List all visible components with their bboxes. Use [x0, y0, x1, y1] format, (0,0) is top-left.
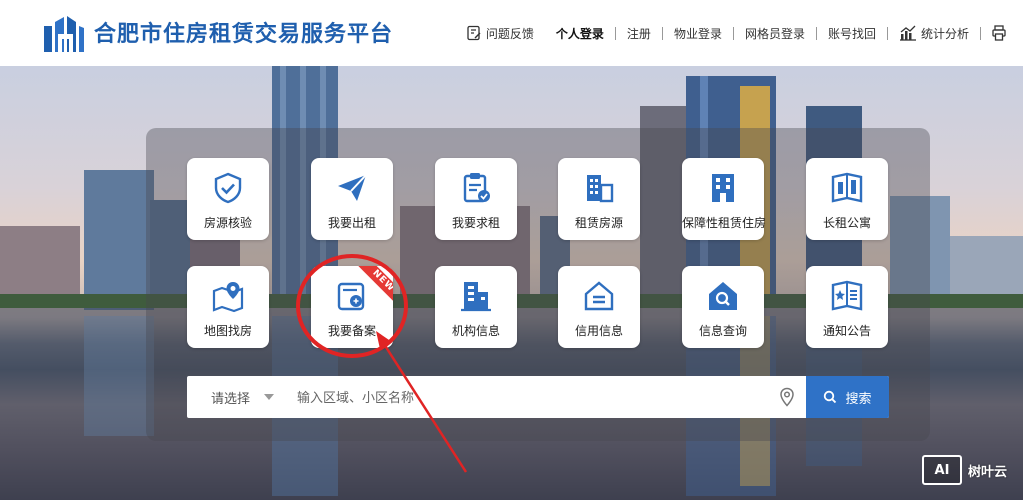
tile-credit-info[interactable]: 信用信息	[558, 266, 640, 348]
top-nav: 问题反馈 个人登录 注册 物业登录 网格员登录 账号找回 统计分析	[455, 22, 1017, 44]
new-badge: NEW	[347, 266, 393, 312]
tile-label: 租赁房源	[574, 216, 623, 230]
tile-label: 地图找房	[203, 324, 252, 338]
tile-label: 我要求租	[451, 216, 500, 230]
shield-check-icon	[214, 172, 242, 204]
search-button-label: 搜索	[845, 391, 872, 407]
search-icon	[824, 390, 837, 404]
tile-housing-verification[interactable]: 房源核验	[187, 158, 269, 240]
watermark: AI 树叶云	[922, 455, 1007, 485]
tile-label: 信用信息	[574, 324, 623, 338]
statistics-link[interactable]: 统计分析	[888, 25, 980, 42]
new-badge-text: NEW	[357, 266, 393, 308]
tile-long-term-apartments[interactable]: 长租公寓	[806, 158, 888, 240]
office-icon	[461, 282, 491, 312]
site-title: 合肥市住房租赁交易服务平台	[94, 22, 394, 47]
location-icon[interactable]	[777, 387, 797, 407]
region-select[interactable]: 请选择	[187, 376, 287, 418]
credit-house-icon	[584, 281, 614, 311]
chevron-down-icon	[264, 394, 275, 400]
property-login-label: 物业登录	[673, 26, 722, 41]
account-recovery-link[interactable]: 账号找回	[817, 25, 887, 42]
tile-label: 我要出租	[327, 216, 376, 230]
feedback-link[interactable]: 问题反馈	[455, 25, 545, 42]
tile-announcements[interactable]: 通知公告	[806, 266, 888, 348]
print-button[interactable]	[981, 25, 1017, 41]
tile-label: 信息查询	[698, 324, 747, 338]
statistics-label: 统计分析	[920, 26, 969, 41]
search-button[interactable]: 搜索	[806, 376, 889, 418]
account-recovery-label: 账号找回	[827, 26, 876, 41]
tile-rental-listings[interactable]: 租赁房源	[558, 158, 640, 240]
tile-rent-out[interactable]: 我要出租	[311, 158, 393, 240]
region-select-label: 请选择	[211, 391, 251, 407]
search-bar: 请选择 搜索	[187, 376, 889, 420]
personal-login-label: 个人登录	[555, 26, 604, 41]
tile-seek-rent[interactable]: 我要求租	[435, 158, 517, 240]
clipboard-check-icon	[463, 173, 490, 203]
tile-label: 房源核验	[203, 216, 252, 230]
tile-label: 长租公寓	[822, 216, 871, 230]
personal-login-link[interactable]: 个人登录	[545, 25, 615, 42]
tile-label: 保障性租赁住房	[682, 216, 767, 230]
search-input[interactable]	[295, 376, 769, 420]
building-icon	[587, 175, 614, 203]
print-icon	[992, 25, 1006, 41]
tile-info-query[interactable]: 信息查询	[682, 266, 764, 348]
book-building-icon	[831, 172, 863, 203]
register-label: 注册	[626, 26, 651, 41]
apartment-icon	[712, 174, 734, 202]
watermark-logo: AI	[922, 455, 962, 485]
tile-register-record[interactable]: 我要备案 NEW	[311, 266, 393, 348]
feedback-icon	[467, 25, 481, 41]
register-link[interactable]: 注册	[616, 25, 662, 42]
notice-icon	[831, 280, 863, 311]
feedback-label: 问题反馈	[485, 26, 534, 41]
tile-label: 机构信息	[451, 324, 500, 338]
paper-plane-icon	[338, 174, 367, 201]
top-header: 合肥市住房租赁交易服务平台 问题反馈 个人登录 注册 物业登录 网格员登录 账号…	[0, 0, 1023, 67]
tile-agency-info[interactable]: 机构信息	[435, 266, 517, 348]
chart-icon	[899, 25, 916, 41]
site-logo-icon	[44, 16, 84, 52]
house-search-icon	[709, 282, 737, 310]
tile-label: 通知公告	[822, 324, 871, 338]
watermark-text: 树叶云	[968, 464, 1008, 480]
map-pin-icon	[212, 282, 244, 313]
tile-label: 我要备案	[327, 324, 376, 338]
grid-member-login-link[interactable]: 网格员登录	[734, 25, 816, 42]
tile-affordable-rental-housing[interactable]: 保障性租赁住房	[682, 158, 767, 240]
grid-member-login-label: 网格员登录	[744, 26, 805, 41]
property-login-link[interactable]: 物业登录	[663, 25, 733, 42]
tile-map-search[interactable]: 地图找房	[187, 266, 269, 348]
